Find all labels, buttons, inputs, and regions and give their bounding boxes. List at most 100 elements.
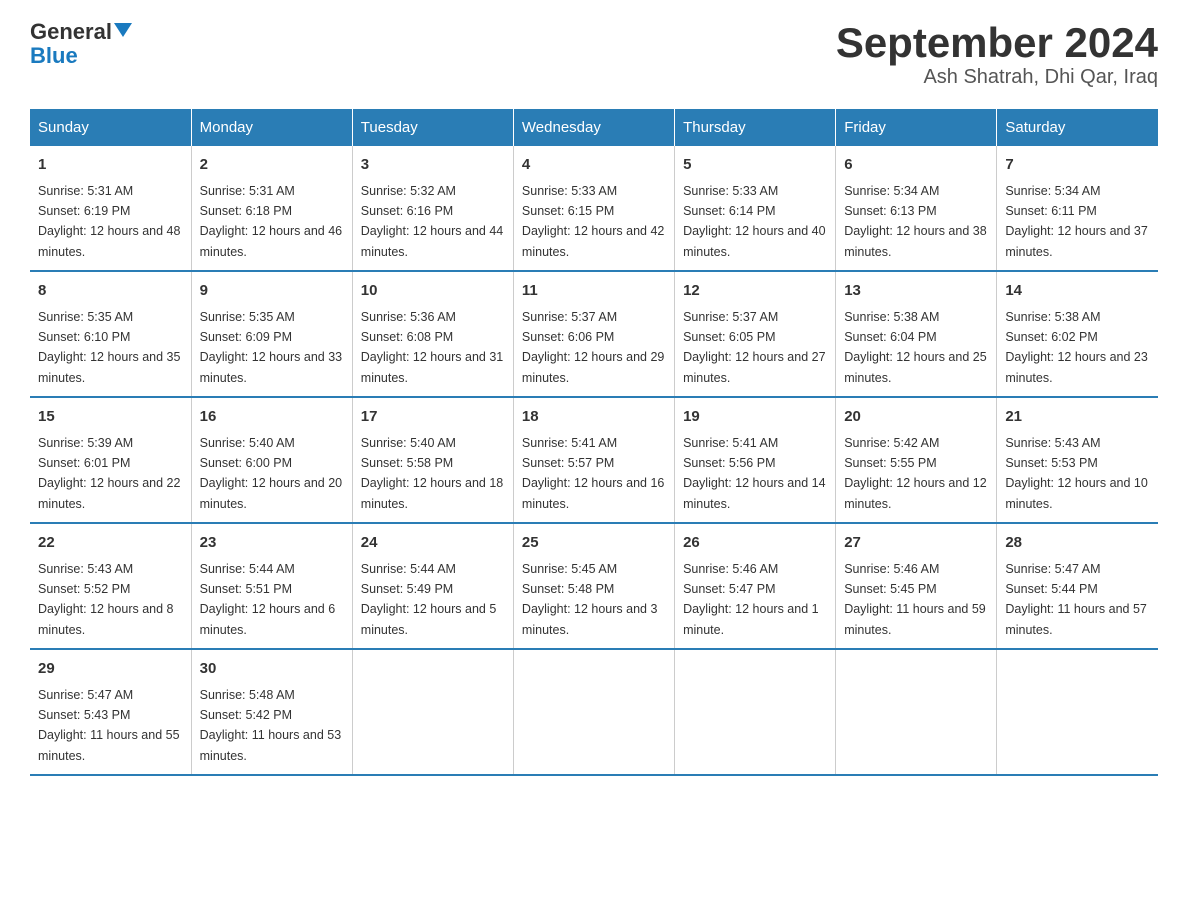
calendar-cell: 7 Sunrise: 5:34 AMSunset: 6:11 PMDayligh… [997,146,1158,271]
header-saturday: Saturday [997,109,1158,146]
cell-info: Sunrise: 5:46 AMSunset: 5:45 PMDaylight:… [844,562,986,637]
header-sunday: Sunday [30,109,191,146]
calendar-week-row: 1 Sunrise: 5:31 AMSunset: 6:19 PMDayligh… [30,146,1158,271]
day-number: 26 [683,532,827,555]
logo-triangle-icon [114,23,132,37]
calendar-header-row: SundayMondayTuesdayWednesdayThursdayFrid… [30,109,1158,146]
calendar-cell [997,649,1158,775]
cell-info: Sunrise: 5:41 AMSunset: 5:56 PMDaylight:… [683,436,825,511]
calendar-cell: 12 Sunrise: 5:37 AMSunset: 6:05 PMDaylig… [675,271,836,397]
calendar-cell: 21 Sunrise: 5:43 AMSunset: 5:53 PMDaylig… [997,397,1158,523]
calendar-cell: 9 Sunrise: 5:35 AMSunset: 6:09 PMDayligh… [191,271,352,397]
header-wednesday: Wednesday [513,109,674,146]
day-number: 2 [200,154,344,177]
cell-info: Sunrise: 5:31 AMSunset: 6:18 PMDaylight:… [200,184,342,259]
cell-info: Sunrise: 5:35 AMSunset: 6:10 PMDaylight:… [38,310,180,385]
day-number: 28 [1005,532,1150,555]
cell-info: Sunrise: 5:43 AMSunset: 5:53 PMDaylight:… [1005,436,1147,511]
cell-info: Sunrise: 5:43 AMSunset: 5:52 PMDaylight:… [38,562,174,637]
calendar-week-row: 22 Sunrise: 5:43 AMSunset: 5:52 PMDaylig… [30,523,1158,649]
header-friday: Friday [836,109,997,146]
cell-info: Sunrise: 5:40 AMSunset: 6:00 PMDaylight:… [200,436,342,511]
cell-info: Sunrise: 5:36 AMSunset: 6:08 PMDaylight:… [361,310,503,385]
calendar-cell: 27 Sunrise: 5:46 AMSunset: 5:45 PMDaylig… [836,523,997,649]
calendar-cell: 20 Sunrise: 5:42 AMSunset: 5:55 PMDaylig… [836,397,997,523]
cell-info: Sunrise: 5:41 AMSunset: 5:57 PMDaylight:… [522,436,664,511]
calendar-cell: 8 Sunrise: 5:35 AMSunset: 6:10 PMDayligh… [30,271,191,397]
day-number: 27 [844,532,988,555]
day-number: 25 [522,532,666,555]
day-number: 15 [38,406,183,429]
calendar-week-row: 15 Sunrise: 5:39 AMSunset: 6:01 PMDaylig… [30,397,1158,523]
day-number: 30 [200,658,344,681]
cell-info: Sunrise: 5:40 AMSunset: 5:58 PMDaylight:… [361,436,503,511]
logo-blue-text: Blue [30,44,78,68]
calendar-cell [352,649,513,775]
calendar-cell: 24 Sunrise: 5:44 AMSunset: 5:49 PMDaylig… [352,523,513,649]
day-number: 22 [38,532,183,555]
day-number: 12 [683,280,827,303]
calendar-cell: 30 Sunrise: 5:48 AMSunset: 5:42 PMDaylig… [191,649,352,775]
calendar-cell: 19 Sunrise: 5:41 AMSunset: 5:56 PMDaylig… [675,397,836,523]
day-number: 16 [200,406,344,429]
calendar-cell [513,649,674,775]
cell-info: Sunrise: 5:34 AMSunset: 6:11 PMDaylight:… [1005,184,1147,259]
day-number: 4 [522,154,666,177]
cell-info: Sunrise: 5:37 AMSunset: 6:05 PMDaylight:… [683,310,825,385]
calendar-week-row: 29 Sunrise: 5:47 AMSunset: 5:43 PMDaylig… [30,649,1158,775]
cell-info: Sunrise: 5:31 AMSunset: 6:19 PMDaylight:… [38,184,180,259]
cell-info: Sunrise: 5:32 AMSunset: 6:16 PMDaylight:… [361,184,503,259]
cell-info: Sunrise: 5:44 AMSunset: 5:49 PMDaylight:… [361,562,497,637]
title-block: September 2024 Ash Shatrah, Dhi Qar, Ira… [836,20,1158,89]
day-number: 11 [522,280,666,303]
cell-info: Sunrise: 5:48 AMSunset: 5:42 PMDaylight:… [200,688,342,763]
calendar-cell: 22 Sunrise: 5:43 AMSunset: 5:52 PMDaylig… [30,523,191,649]
calendar-cell: 10 Sunrise: 5:36 AMSunset: 6:08 PMDaylig… [352,271,513,397]
cell-info: Sunrise: 5:44 AMSunset: 5:51 PMDaylight:… [200,562,336,637]
day-number: 3 [361,154,505,177]
calendar-cell: 2 Sunrise: 5:31 AMSunset: 6:18 PMDayligh… [191,146,352,271]
day-number: 18 [522,406,666,429]
day-number: 23 [200,532,344,555]
cell-info: Sunrise: 5:35 AMSunset: 6:09 PMDaylight:… [200,310,342,385]
cell-info: Sunrise: 5:33 AMSunset: 6:14 PMDaylight:… [683,184,825,259]
cell-info: Sunrise: 5:45 AMSunset: 5:48 PMDaylight:… [522,562,658,637]
calendar-cell: 18 Sunrise: 5:41 AMSunset: 5:57 PMDaylig… [513,397,674,523]
cell-info: Sunrise: 5:38 AMSunset: 6:04 PMDaylight:… [844,310,986,385]
calendar-week-row: 8 Sunrise: 5:35 AMSunset: 6:10 PMDayligh… [30,271,1158,397]
day-number: 21 [1005,406,1150,429]
calendar-subtitle: Ash Shatrah, Dhi Qar, Iraq [836,66,1158,89]
day-number: 6 [844,154,988,177]
day-number: 7 [1005,154,1150,177]
cell-info: Sunrise: 5:39 AMSunset: 6:01 PMDaylight:… [38,436,180,511]
day-number: 9 [200,280,344,303]
header-monday: Monday [191,109,352,146]
day-number: 13 [844,280,988,303]
calendar-table: SundayMondayTuesdayWednesdayThursdayFrid… [30,109,1158,776]
calendar-cell: 6 Sunrise: 5:34 AMSunset: 6:13 PMDayligh… [836,146,997,271]
calendar-cell: 28 Sunrise: 5:47 AMSunset: 5:44 PMDaylig… [997,523,1158,649]
calendar-cell: 5 Sunrise: 5:33 AMSunset: 6:14 PMDayligh… [675,146,836,271]
cell-info: Sunrise: 5:34 AMSunset: 6:13 PMDaylight:… [844,184,986,259]
calendar-cell: 3 Sunrise: 5:32 AMSunset: 6:16 PMDayligh… [352,146,513,271]
header-thursday: Thursday [675,109,836,146]
cell-info: Sunrise: 5:37 AMSunset: 6:06 PMDaylight:… [522,310,664,385]
day-number: 5 [683,154,827,177]
calendar-cell: 14 Sunrise: 5:38 AMSunset: 6:02 PMDaylig… [997,271,1158,397]
cell-info: Sunrise: 5:47 AMSunset: 5:44 PMDaylight:… [1005,562,1147,637]
calendar-cell: 25 Sunrise: 5:45 AMSunset: 5:48 PMDaylig… [513,523,674,649]
cell-info: Sunrise: 5:47 AMSunset: 5:43 PMDaylight:… [38,688,180,763]
cell-info: Sunrise: 5:42 AMSunset: 5:55 PMDaylight:… [844,436,986,511]
calendar-cell: 23 Sunrise: 5:44 AMSunset: 5:51 PMDaylig… [191,523,352,649]
calendar-cell: 29 Sunrise: 5:47 AMSunset: 5:43 PMDaylig… [30,649,191,775]
calendar-cell: 4 Sunrise: 5:33 AMSunset: 6:15 PMDayligh… [513,146,674,271]
cell-info: Sunrise: 5:46 AMSunset: 5:47 PMDaylight:… [683,562,819,637]
calendar-cell: 11 Sunrise: 5:37 AMSunset: 6:06 PMDaylig… [513,271,674,397]
calendar-cell: 17 Sunrise: 5:40 AMSunset: 5:58 PMDaylig… [352,397,513,523]
day-number: 8 [38,280,183,303]
cell-info: Sunrise: 5:38 AMSunset: 6:02 PMDaylight:… [1005,310,1147,385]
calendar-cell [836,649,997,775]
logo-general-text: General [30,20,112,44]
calendar-cell: 1 Sunrise: 5:31 AMSunset: 6:19 PMDayligh… [30,146,191,271]
day-number: 19 [683,406,827,429]
